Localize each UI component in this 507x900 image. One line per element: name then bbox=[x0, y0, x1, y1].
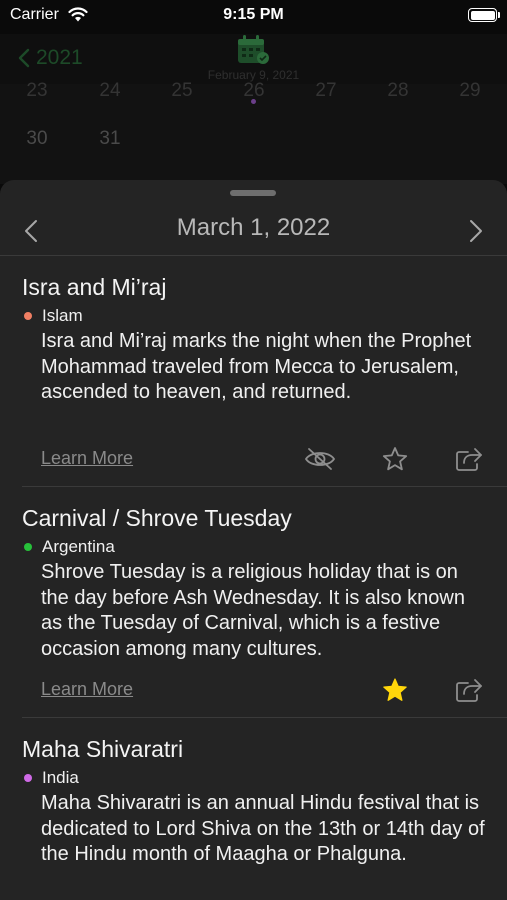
eye-slash-icon bbox=[304, 448, 336, 470]
event-category: Islam bbox=[24, 306, 83, 326]
calendar-day[interactable]: 31 bbox=[90, 128, 130, 150]
event-title: Maha Shivaratri bbox=[22, 736, 184, 762]
share-button[interactable] bbox=[452, 673, 486, 707]
learn-more-link[interactable]: Learn More bbox=[41, 679, 133, 700]
day-detail-sheet: March 1, 2022 Isra and Mi’raj Islam Isra… bbox=[0, 180, 507, 900]
category-dot bbox=[24, 543, 32, 551]
star-outline-icon bbox=[382, 447, 408, 471]
star-filled-icon bbox=[383, 678, 407, 701]
category-label: India bbox=[42, 768, 79, 787]
calendar-grid: 23 24 25 26 27 28 29 30 31 bbox=[0, 80, 507, 184]
calendar-day[interactable]: 24 bbox=[90, 80, 130, 102]
battery-icon bbox=[468, 8, 497, 22]
event-divider bbox=[22, 486, 507, 487]
event-card: Isra and Mi’raj Islam Isra and Mi’raj ma… bbox=[0, 274, 507, 484]
status-bar: Carrier 9:15 PM bbox=[0, 0, 507, 34]
event-divider bbox=[22, 717, 507, 718]
calendar-day[interactable]: 28 bbox=[378, 80, 418, 102]
calendar-day[interactable]: 25 bbox=[162, 80, 202, 102]
event-category: Argentina bbox=[24, 537, 115, 557]
sheet-date-title: March 1, 2022 bbox=[176, 214, 331, 241]
sheet-grabber[interactable] bbox=[230, 190, 276, 196]
event-card: Maha Shivaratri India Maha Shivaratri is… bbox=[0, 736, 507, 900]
category-dot bbox=[24, 774, 32, 782]
back-to-year-button[interactable]: 2021 bbox=[18, 46, 83, 70]
event-description: Maha Shivaratri is an annual Hindu festi… bbox=[41, 792, 485, 865]
event-title: Isra and Mi’raj bbox=[22, 274, 167, 300]
favorite-button[interactable] bbox=[378, 673, 412, 707]
share-icon bbox=[456, 679, 482, 702]
event-title: Carnival / Shrove Tuesday bbox=[22, 505, 292, 531]
back-year-label: 2021 bbox=[36, 46, 83, 69]
favorite-button[interactable] bbox=[378, 442, 412, 476]
header-divider bbox=[0, 255, 507, 256]
battery-level-fill bbox=[470, 10, 495, 20]
calendar-day[interactable]: 27 bbox=[306, 80, 346, 102]
share-icon bbox=[456, 448, 482, 471]
next-day-button[interactable] bbox=[461, 216, 491, 246]
hide-event-button[interactable] bbox=[303, 442, 337, 476]
calendar-day[interactable]: 23 bbox=[17, 80, 57, 102]
chevron-right-icon bbox=[470, 220, 482, 242]
event-description: Isra and Mi’raj marks the night when the… bbox=[41, 330, 472, 403]
event-description: Shrove Tuesday is a religious holiday th… bbox=[41, 561, 465, 660]
battery-tip bbox=[498, 12, 500, 18]
learn-more-link[interactable]: Learn More bbox=[41, 448, 133, 469]
clock: 9:15 PM bbox=[223, 6, 284, 23]
event-card: Carnival / Shrove Tuesday Argentina Shro… bbox=[0, 505, 507, 715]
event-indicator-dot bbox=[251, 99, 256, 104]
category-label: Islam bbox=[42, 306, 83, 325]
share-button[interactable] bbox=[452, 442, 486, 476]
calendar-icon[interactable] bbox=[236, 34, 270, 66]
sheet-header: March 1, 2022 bbox=[0, 204, 507, 256]
category-dot bbox=[24, 312, 32, 320]
calendar-day[interactable]: 30 bbox=[17, 128, 57, 150]
calendar-day[interactable]: 29 bbox=[450, 80, 490, 102]
event-category: India bbox=[24, 768, 79, 788]
chevron-left-icon bbox=[18, 48, 30, 68]
category-label: Argentina bbox=[42, 537, 115, 556]
